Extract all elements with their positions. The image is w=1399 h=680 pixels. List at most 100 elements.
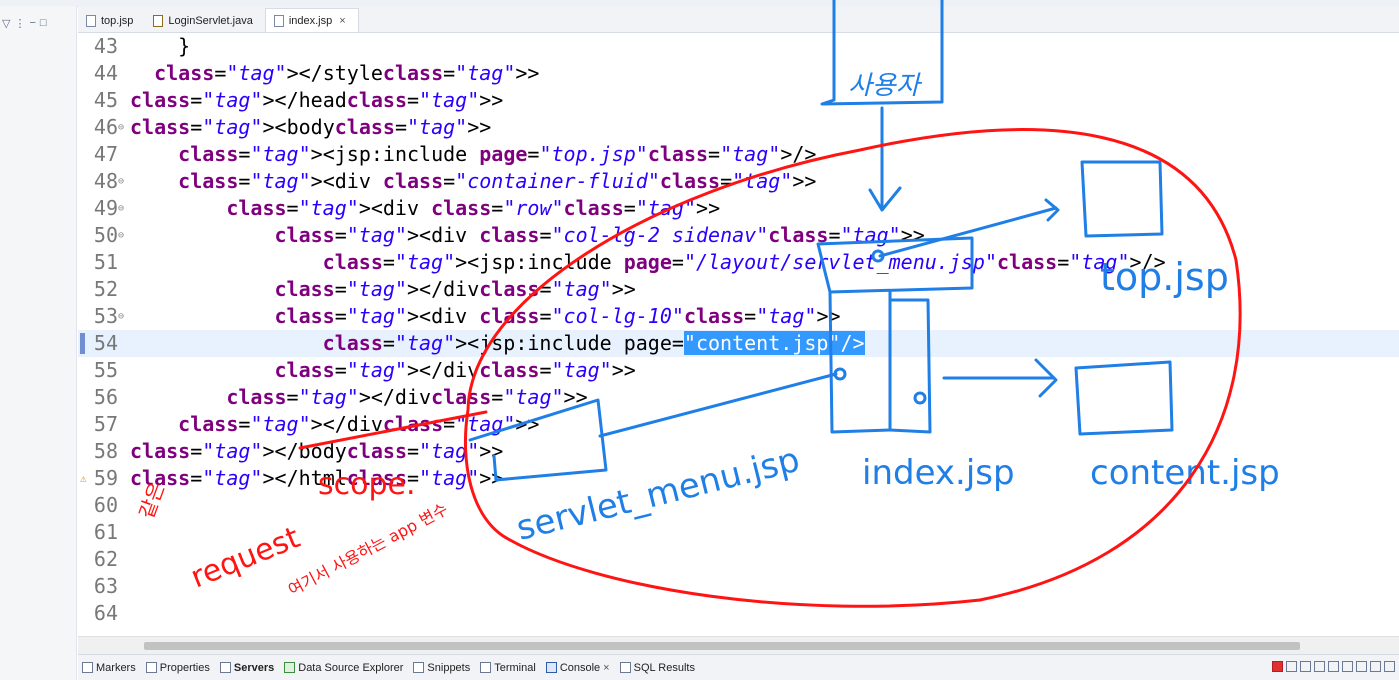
close-icon[interactable]: ×: [603, 662, 609, 674]
line-number: 46: [93, 115, 118, 139]
code-text[interactable]: class="tag"></divclass="tag">>: [130, 411, 539, 438]
fold-toggle-icon[interactable]: ⊖: [118, 303, 124, 330]
markers-icon: [82, 662, 93, 673]
jsp-file-icon: [86, 15, 96, 27]
maximize-icon[interactable]: □: [40, 17, 47, 29]
code-text[interactable]: class="tag"><div class="container-fluid"…: [130, 168, 816, 195]
view-tab-console[interactable]: Console ×: [545, 661, 610, 674]
scrollbar-thumb[interactable]: [144, 642, 1300, 650]
code-line[interactable]: 60: [78, 492, 1399, 519]
code-editor[interactable]: 43 } 44 class="tag"></styleclass="tag">> 4…: [78, 33, 1399, 635]
close-icon[interactable]: ×: [339, 15, 345, 27]
view-tab-snippets[interactable]: Snippets: [413, 662, 470, 674]
code-line[interactable]: 48 ⊖ class="tag"><div class="container-fl…: [78, 168, 1399, 195]
code-text[interactable]: class="tag"></divclass="tag">>: [130, 357, 636, 384]
code-line[interactable]: 43 }: [78, 33, 1399, 60]
code-line[interactable]: 53 ⊖ class="tag"><div class="col-lg-10"cl…: [78, 303, 1399, 330]
view-tab-properties[interactable]: Properties: [145, 662, 210, 674]
stop-icon[interactable]: [1272, 661, 1283, 672]
bottom-views-bar: Markers Properties Servers Data Source Expl…: [78, 654, 1399, 680]
word-wrap-icon[interactable]: [1328, 661, 1339, 672]
view-toolbar: [1272, 661, 1395, 672]
view-tab-sql-results[interactable]: SQL Results: [619, 662, 695, 674]
fold-toggle-icon[interactable]: ⊖: [118, 114, 124, 141]
warning-icon[interactable]: ⚠: [80, 465, 87, 492]
view-tab-label: Terminal: [494, 661, 536, 674]
tab-label: index.jsp: [288, 14, 333, 27]
code-line[interactable]: 58 class="tag"></bodyclass="tag">>: [78, 438, 1399, 465]
code-text[interactable]: class="tag"><div class="col-lg-2 sidenav…: [130, 222, 925, 249]
console-icon: [545, 662, 557, 673]
view-tab-terminal[interactable]: Terminal: [480, 662, 536, 674]
properties-icon: [145, 662, 157, 673]
filter-icon[interactable]: ▽: [2, 17, 10, 30]
fold-toggle-icon[interactable]: ⊖: [118, 168, 124, 195]
code-text[interactable]: }: [130, 33, 190, 60]
code-line[interactable]: 51 class="tag"><jsp:include page="/layou…: [78, 249, 1399, 276]
code-line[interactable]: 44 class="tag"></styleclass="tag">>: [78, 60, 1399, 87]
code-line[interactable]: ⚠ 59 class="tag"></htmlclass="tag">>: [78, 465, 1399, 492]
pin-console-icon[interactable]: [1342, 661, 1353, 672]
remove-launch-icon[interactable]: [1286, 661, 1297, 672]
view-tab-servers[interactable]: Servers: [219, 661, 275, 674]
current-line-marker: [80, 333, 85, 354]
code-text[interactable]: class="tag"><div class="row"class="tag">…: [130, 195, 720, 222]
line-number: 62: [93, 547, 118, 571]
view-tab-label: Servers: [233, 661, 275, 674]
code-line[interactable]: 62: [78, 546, 1399, 573]
code-line[interactable]: 49 ⊖ class="tag"><div class="row"class="t…: [78, 195, 1399, 222]
code-line[interactable]: 56 class="tag"></divclass="tag">>: [78, 384, 1399, 411]
code-text[interactable]: class="tag"></headclass="tag">>: [130, 87, 503, 114]
view-tab-data-source-explorer[interactable]: Data Source Explorer: [284, 662, 403, 674]
code-line[interactable]: 45 class="tag"></headclass="tag">>: [78, 87, 1399, 114]
code-line[interactable]: 46 ⊖ class="tag"><bodyclass="tag">>: [78, 114, 1399, 141]
text-selection[interactable]: "content.jsp"/>: [683, 331, 865, 355]
terminal-icon: [480, 662, 492, 673]
scroll-lock-icon[interactable]: [1314, 661, 1325, 672]
code-line[interactable]: 54 class="tag"><jsp:include page="conten…: [78, 330, 1399, 357]
line-number: 45: [93, 88, 118, 112]
fold-toggle-icon[interactable]: ⊖: [118, 195, 124, 222]
overflow-icon[interactable]: ⋮: [14, 17, 25, 30]
minimize-icon[interactable]: [1384, 661, 1395, 672]
code-line[interactable]: 55 class="tag"></divclass="tag">>: [78, 357, 1399, 384]
servers-icon: [219, 662, 231, 673]
tab-top-jsp[interactable]: top.jsp: [78, 10, 145, 32]
code-text[interactable]: class="tag"><jsp:include page="content.j…: [130, 330, 865, 357]
code-line[interactable]: 63: [78, 573, 1399, 600]
line-number: 61: [93, 520, 118, 544]
code-text[interactable]: class="tag"></divclass="tag">>: [130, 276, 636, 303]
line-number: 57: [93, 412, 118, 436]
line-number: 47: [93, 142, 118, 166]
line-number: 49: [93, 196, 118, 220]
code-text[interactable]: class="tag"><bodyclass="tag">>: [130, 114, 491, 141]
code-line[interactable]: 64: [78, 600, 1399, 627]
code-text[interactable]: class="tag"><div class="col-lg-10"class=…: [130, 303, 841, 330]
tab-index-jsp[interactable]: index.jsp ×: [264, 8, 359, 32]
code-text[interactable]: class="tag"><jsp:include page="/layout/s…: [130, 249, 1166, 276]
code-line[interactable]: 47 class="tag"><jsp:include page="top.js…: [78, 141, 1399, 168]
code-text[interactable]: class="tag"></styleclass="tag">>: [130, 60, 539, 87]
remove-all-icon[interactable]: [1300, 661, 1311, 672]
fold-toggle-icon[interactable]: ⊖: [118, 222, 124, 249]
line-number: 53: [93, 304, 118, 328]
code-text[interactable]: class="tag"></bodyclass="tag">>: [130, 438, 503, 465]
tab-loginservlet-java[interactable]: LoginServlet.java: [145, 10, 264, 32]
minimize-icon[interactable]: −: [29, 17, 35, 29]
panel-controls: ▽ ⋮ − □: [2, 14, 47, 32]
display-console-icon[interactable]: [1356, 661, 1367, 672]
line-number: 43: [93, 34, 118, 58]
code-text[interactable]: class="tag"><jsp:include page="top.jsp"c…: [130, 141, 816, 168]
open-console-icon[interactable]: [1370, 661, 1381, 672]
jsp-file-icon: [273, 14, 284, 27]
code-text[interactable]: class="tag"></divclass="tag">>: [130, 384, 587, 411]
code-line[interactable]: 50 ⊖ class="tag"><div class="col-lg-2 sid…: [78, 222, 1399, 249]
code-line[interactable]: 52 class="tag"></divclass="tag">>: [78, 276, 1399, 303]
view-tab-markers[interactable]: Markers: [82, 662, 136, 674]
code-line[interactable]: 61: [78, 519, 1399, 546]
code-text[interactable]: class="tag"></htmlclass="tag">>: [130, 465, 503, 492]
horizontal-scrollbar[interactable]: [78, 636, 1399, 654]
line-number: 54: [93, 331, 118, 355]
code-line[interactable]: 57 class="tag"></divclass="tag">>: [78, 411, 1399, 438]
view-tab-label: Console: [559, 661, 601, 674]
